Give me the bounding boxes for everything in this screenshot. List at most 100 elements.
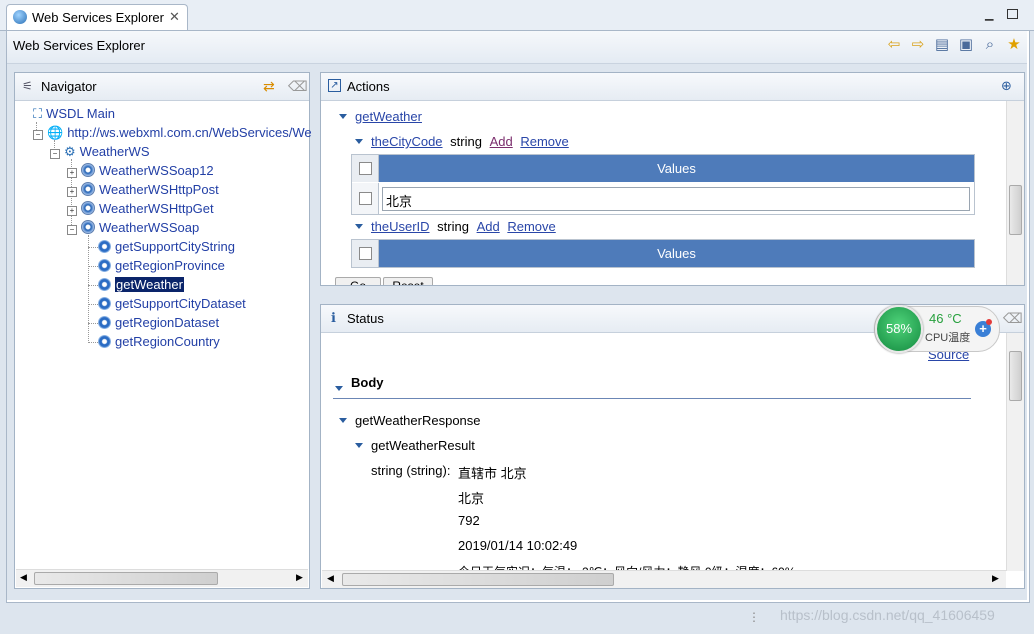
select-all-checkbox[interactable] (359, 162, 372, 175)
close-tab-icon[interactable]: ✕ (169, 9, 180, 25)
scroll-thumb[interactable] (1009, 185, 1022, 235)
back-icon[interactable]: ⇦ (886, 37, 902, 53)
param-row-city: theCityCode string Add Remove (355, 134, 569, 149)
operation-label: getWeather (115, 277, 184, 292)
operation-label: getRegionProvince (115, 258, 225, 273)
result-line: 792 (458, 513, 480, 528)
actions-panel: ↗ Actions ⊕ getWeather theCityCode strin… (320, 72, 1025, 286)
values-table-user: Values (351, 239, 975, 268)
operation-gear-icon (98, 316, 111, 329)
scroll-right-icon[interactable]: ▶ (992, 573, 999, 584)
tree-item-wsdl-url[interactable]: − 🌐 http://ws.webxml.com.cn/WebServices/We (33, 125, 312, 141)
tree-item-operation[interactable]: getSupportCityDataset (98, 296, 246, 311)
remove-link[interactable]: Remove (520, 134, 568, 149)
cpu-widget[interactable]: 58% 46 °C CPU温度 + (874, 305, 1000, 353)
response-node: getWeatherResponse (339, 413, 481, 428)
status-hscrollbar[interactable]: ◀ ▶ (322, 570, 1006, 588)
param-row-user: theUserID string Add Remove (355, 219, 556, 234)
scroll-left-icon[interactable]: ◀ (327, 573, 334, 584)
collapse-triangle-icon[interactable] (335, 386, 343, 391)
collapse-triangle-icon[interactable] (355, 443, 363, 448)
collapse-triangle-icon[interactable] (339, 418, 347, 423)
wsil-page-icon[interactable]: ⌕ (982, 37, 998, 53)
tree-item-binding[interactable]: + WeatherWSSoap12 (67, 163, 214, 178)
body-section: Body (335, 375, 384, 391)
tree-item-binding[interactable]: − WeatherWSSoap (67, 220, 199, 235)
collapse-triangle-icon[interactable] (339, 114, 347, 119)
actions-icon: ↗ (328, 79, 341, 92)
service-label: WeatherWS (79, 144, 150, 159)
tree-item-binding[interactable]: + WeatherWSHttpPost (67, 182, 219, 197)
string-label: string (string): (371, 463, 451, 478)
uddi-page-icon[interactable]: ▣ (958, 37, 974, 53)
status-title: Status (347, 311, 384, 326)
add-link[interactable]: Add (477, 219, 500, 234)
tab-web-services-explorer[interactable]: Web Services Explorer ✕ (6, 4, 188, 31)
wsdl-url-label: http://ws.webxml.com.cn/WebServices/We (67, 125, 312, 140)
remove-link[interactable]: Remove (507, 219, 555, 234)
favorites-icon[interactable]: ★ (1006, 37, 1022, 53)
select-all-checkbox[interactable] (359, 247, 372, 260)
wsdl-page-icon[interactable]: ▤ (934, 37, 950, 53)
expand-icon[interactable]: + (67, 187, 77, 197)
param-name-link[interactable]: theUserID (371, 219, 430, 234)
tree-item-operation[interactable]: getRegionProvince (98, 258, 225, 273)
navigator-header: ⚟ Navigator ⇄ ⌫ (15, 73, 309, 101)
forward-icon[interactable]: ⇨ (910, 37, 926, 53)
scroll-thumb[interactable] (34, 572, 218, 585)
collapse-icon[interactable]: − (67, 225, 77, 235)
scroll-right-icon[interactable]: ▶ (296, 572, 303, 583)
city-code-input[interactable]: 北京 (382, 187, 970, 211)
cpu-usage-gauge: 58% (875, 305, 923, 353)
operation-link[interactable]: getWeather (355, 109, 422, 124)
expand-icon[interactable]: + (67, 206, 77, 216)
collapse-icon[interactable]: − (33, 130, 43, 140)
wsdl-main-icon: ⛶ (33, 106, 43, 121)
tab-title: Web Services Explorer (32, 10, 164, 25)
response-label: getWeatherResponse (355, 413, 481, 428)
param-type: string (450, 134, 482, 149)
scroll-thumb[interactable] (1009, 351, 1022, 401)
operation-label: getSupportCityDataset (115, 296, 246, 311)
collapse-triangle-icon[interactable] (355, 139, 363, 144)
scroll-thumb[interactable] (342, 573, 614, 586)
go-button[interactable]: Go (335, 277, 381, 285)
refresh-icon[interactable]: ⇄ (263, 78, 275, 95)
actions-title: Actions (347, 79, 390, 94)
minimize-icon[interactable]: ▁ (985, 8, 997, 21)
operation-gear-icon (98, 335, 111, 348)
result-node: getWeatherResult (355, 438, 475, 453)
param-type: string (437, 219, 469, 234)
operation-label: getSupportCityString (115, 239, 235, 254)
navigator-hscrollbar[interactable]: ◀ ▶ (16, 569, 308, 587)
result-line: 北京 (458, 491, 485, 506)
tree-item-service[interactable]: − ⚙ WeatherWS (50, 144, 150, 160)
add-link[interactable]: Add (490, 134, 513, 149)
status-vscrollbar[interactable] (1006, 333, 1024, 571)
collapse-triangle-icon[interactable] (355, 224, 363, 229)
tree-item-operation[interactable]: getRegionCountry (98, 334, 220, 349)
wsdl-details-icon[interactable]: ⊕ (1001, 78, 1012, 94)
tree-item-wsdl-main[interactable]: ⛶ WSDL Main (33, 106, 115, 122)
operation-label: getRegionDataset (115, 315, 220, 330)
tree-item-binding[interactable]: + WeatherWSHttpGet (67, 201, 214, 216)
param-name-link[interactable]: theCityCode (371, 134, 443, 149)
maximize-icon[interactable] (1007, 9, 1018, 19)
clear-icon[interactable]: ⌫ (288, 78, 308, 95)
cpu-temp-label: CPU温度 (925, 332, 971, 344)
reset-button[interactable]: Reset (383, 277, 433, 285)
expand-icon[interactable]: + (67, 168, 77, 178)
notification-dot-icon (986, 319, 992, 325)
navigator-title: Navigator (41, 79, 97, 94)
tree-item-operation[interactable]: getRegionDataset (98, 315, 219, 330)
binding-label: WeatherWSSoap (99, 220, 200, 235)
city-code-value: 北京 (386, 194, 413, 209)
actions-vscrollbar[interactable] (1006, 101, 1024, 285)
clear-status-icon[interactable]: ⌫ (1003, 310, 1023, 327)
tree-item-operation[interactable]: getSupportCityString (98, 239, 235, 254)
status-bar-grip-icon: ⋮ (748, 610, 760, 624)
collapse-icon[interactable]: − (50, 149, 60, 159)
scroll-left-icon[interactable]: ◀ (20, 572, 27, 583)
tree-item-operation-selected[interactable]: getWeather (98, 277, 184, 292)
row-checkbox[interactable] (359, 192, 372, 205)
